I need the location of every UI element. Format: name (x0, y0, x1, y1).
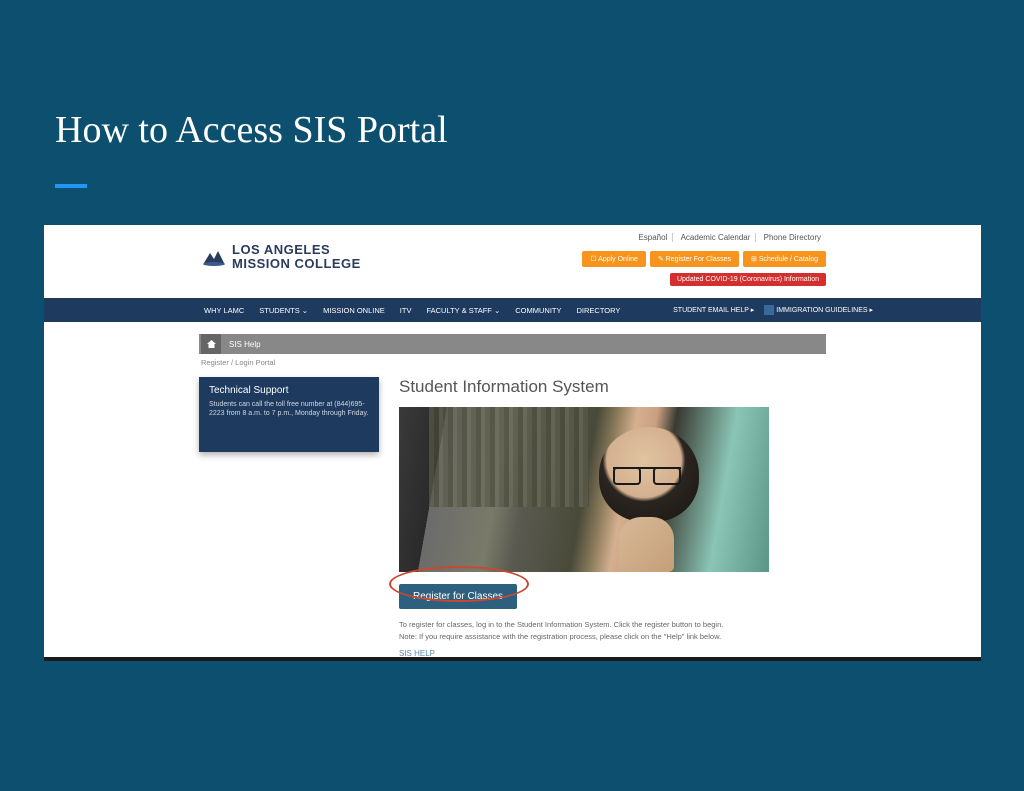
nav-why-lamc[interactable]: WHY LAMC (204, 306, 244, 315)
nav-immigration[interactable]: IMMIGRATION GUIDELINES ▸ (764, 305, 873, 315)
technical-support-box: Technical Support Students can call the … (199, 377, 379, 452)
main-nav: WHY LAMC STUDENTS ⌄ MISSION ONLINE ITV F… (44, 298, 981, 322)
nav-community[interactable]: COMMUNITY (515, 306, 561, 315)
sis-heading: Student Information System (399, 377, 826, 397)
register-for-classes-button[interactable]: Register for Classes (399, 584, 517, 609)
content-area: SIS Help Register / Login Portal Technic… (44, 322, 981, 658)
home-icon[interactable] (201, 334, 221, 354)
register-classes-button[interactable]: ✎ Register For Classes (650, 251, 739, 267)
instructions: To register for classes, log in to the S… (399, 619, 826, 643)
schedule-catalog-button[interactable]: ⊞ Schedule / Catalog (743, 251, 826, 267)
slide-title: How to Access SIS Portal (0, 0, 1024, 152)
apply-online-button[interactable]: ☐ Apply Online (582, 251, 646, 267)
page-bar-title: SIS Help (221, 340, 269, 349)
nav-mission-online[interactable]: MISSION ONLINE (323, 306, 385, 315)
nav-student-email-help[interactable]: STUDENT EMAIL HELP ▸ (673, 306, 754, 314)
page-bar: SIS Help (199, 334, 826, 354)
phone-link[interactable]: Phone Directory (759, 233, 826, 242)
logo-text: LOS ANGELES MISSION COLLEGE (232, 243, 361, 270)
title-underline (55, 184, 87, 188)
flag-icon (764, 305, 774, 315)
tech-support-text: Students can call the toll free number a… (209, 400, 369, 419)
nav-directory[interactable]: DIRECTORY (577, 306, 621, 315)
espanol-link[interactable]: Español (633, 233, 673, 242)
nav-faculty[interactable]: FACULTY & STAFF ⌄ (426, 306, 500, 315)
utility-links: Español Academic Calendar Phone Director… (633, 233, 826, 242)
student-photo (399, 407, 769, 572)
sis-help-link[interactable]: SIS HELP (399, 649, 826, 658)
covid-alert[interactable]: Updated COVID-19 (Coronavirus) Informati… (670, 273, 826, 286)
site-header: LOS ANGELES MISSION COLLEGE Español Acad… (44, 225, 981, 298)
college-logo[interactable]: LOS ANGELES MISSION COLLEGE (202, 243, 361, 270)
embedded-screenshot: LOS ANGELES MISSION COLLEGE Español Acad… (44, 225, 981, 661)
calendar-link[interactable]: Academic Calendar (676, 233, 757, 242)
tech-support-title: Technical Support (209, 385, 369, 396)
breadcrumb: Register / Login Portal (199, 354, 826, 371)
logo-icon (202, 247, 226, 267)
nav-itv[interactable]: ITV (400, 306, 412, 315)
nav-students[interactable]: STUDENTS ⌄ (259, 306, 308, 315)
action-buttons: ☐ Apply Online ✎ Register For Classes ⊞ … (582, 251, 826, 267)
